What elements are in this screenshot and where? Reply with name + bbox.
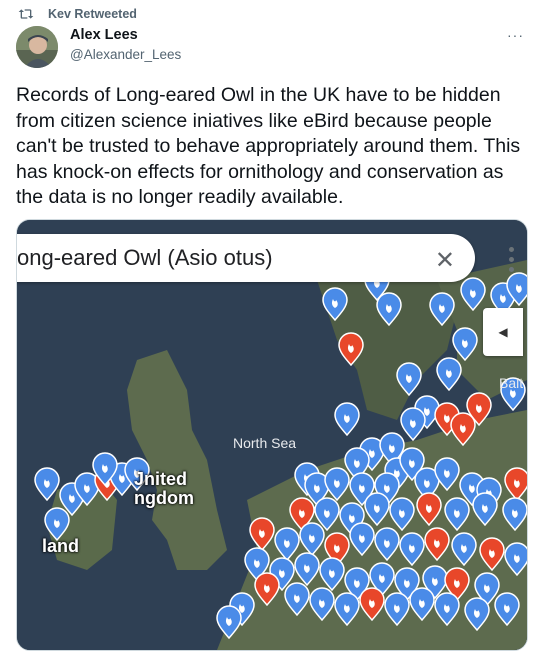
author-handle[interactable]: @Alexander_Lees (70, 47, 181, 62)
retweet-label: Kev Retweeted (48, 7, 137, 21)
avatar-image (16, 26, 58, 68)
map-label-baltic: Balt (499, 375, 524, 391)
chevron-left-icon[interactable]: ◀ (483, 308, 523, 356)
retweet-indicator[interactable]: Kev Retweeted (18, 5, 137, 23)
retweet-icon (18, 9, 34, 19)
author-name[interactable]: Alex Lees (70, 27, 138, 43)
map-search-bar[interactable]: ong-eared Owl (Asio otus) ✕ (17, 234, 475, 282)
map-label-sea: North Sea (233, 435, 297, 451)
map-menu-icon[interactable] (503, 242, 519, 282)
map-label-country-bottom: ngdom (134, 488, 194, 508)
avatar[interactable] (16, 26, 58, 68)
tweet-media-map[interactable]: ong-eared Owl (Asio otus) ✕ ◀ North Sea … (16, 219, 528, 651)
more-options-icon[interactable]: ··· (507, 27, 524, 43)
tweet-text: Records of Long-eared Owl in the UK have… (16, 84, 521, 208)
map-label-ireland: land (42, 536, 80, 556)
search-query[interactable]: ong-eared Owl (Asio otus) (17, 245, 273, 271)
map-label-country-top: Jnited (134, 469, 188, 489)
close-icon[interactable]: ✕ (435, 246, 455, 275)
